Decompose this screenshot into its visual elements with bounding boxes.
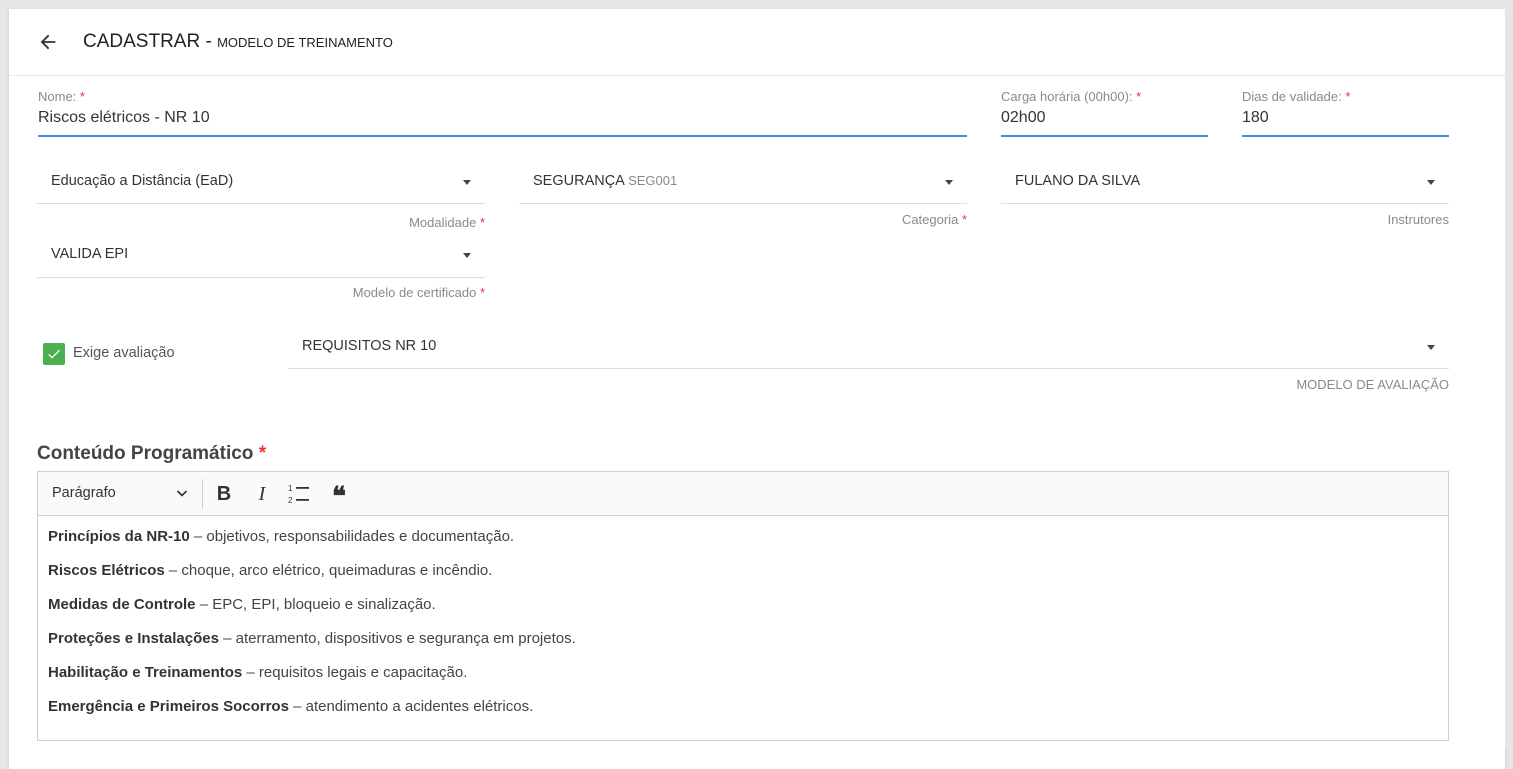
- content-paragraph: Proteções e Instalações – aterramento, d…: [48, 630, 1438, 648]
- avaliacao-underline: [288, 368, 1449, 369]
- check-icon: [48, 349, 60, 359]
- nome-label-text: Nome:: [38, 89, 77, 104]
- back-arrow-icon[interactable]: [37, 31, 59, 53]
- caret-down-icon: [1427, 180, 1435, 185]
- categoria-hint-text: Categoria: [901, 212, 959, 227]
- carga-label-text: Carga horária (00h00):: [1001, 89, 1133, 104]
- content-paragraph-heading: Riscos Elétricos: [48, 562, 165, 579]
- form-card: CADASTRAR - MODELO DE TREINAMENTO Nome: …: [9, 9, 1505, 769]
- scrollbar-track: [1505, 0, 1513, 747]
- blockquote-button[interactable]: ❝: [326, 482, 352, 511]
- required-mark: *: [79, 89, 85, 104]
- content-paragraph-heading: Emergência e Primeiros Socorros: [48, 698, 289, 715]
- italic-button[interactable]: I: [249, 482, 275, 506]
- content-paragraph-text: – choque, arco elétrico, queimaduras e i…: [164, 562, 493, 579]
- categoria-hint: Categoria *: [902, 212, 967, 227]
- modalidade-hint-text: Modalidade: [409, 215, 477, 230]
- nome-input[interactable]: [38, 107, 966, 129]
- modalidade-underline: [37, 203, 485, 204]
- page-title-main: CADASTRAR -: [83, 31, 218, 52]
- page-title-sub: MODELO DE TREINAMENTO: [217, 35, 393, 50]
- caret-down-icon: [945, 180, 953, 185]
- content-paragraph-heading: Habilitação e Treinamentos: [48, 664, 243, 681]
- carga-underline: [1001, 135, 1208, 137]
- carga-label: Carga horária (00h00): *: [1001, 89, 1141, 104]
- content-paragraph-text: – atendimento a acidentes elétricos.: [288, 698, 534, 715]
- required-mark: *: [479, 215, 485, 230]
- dias-underline: [1242, 135, 1449, 137]
- required-mark: *: [479, 285, 485, 300]
- content-paragraph: Medidas de Controle – EPC, EPI, bloqueio…: [48, 596, 1438, 614]
- instrutores-underline: [1001, 203, 1449, 204]
- bold-button[interactable]: B: [211, 482, 237, 506]
- caret-down-icon: [1427, 345, 1435, 350]
- exige-avaliacao-label[interactable]: Exige avaliação: [73, 345, 175, 361]
- dias-label: Dias de validade: *: [1242, 89, 1350, 104]
- rich-text-editor: Parágrafo B I 1 2 ❝ Princípios da NR-10 …: [37, 471, 1449, 741]
- editor-toolbar: Parágrafo B I 1 2 ❝: [38, 472, 1448, 516]
- chevron-down-icon: [176, 490, 188, 497]
- certificado-value: VALIDA EPI: [51, 246, 129, 262]
- content-paragraph-heading: Medidas de Controle: [48, 596, 196, 613]
- avaliacao-select[interactable]: REQUISITOS NR 10: [288, 332, 1449, 366]
- carga-horaria-input[interactable]: [1001, 107, 1207, 129]
- certificado-select[interactable]: VALIDA EPI: [37, 240, 485, 274]
- required-mark: *: [258, 443, 267, 464]
- nome-label: Nome: *: [38, 89, 85, 104]
- exige-avaliacao-checkbox[interactable]: [43, 343, 65, 365]
- categoria-underline: [519, 203, 967, 204]
- required-mark: *: [961, 212, 967, 227]
- content-paragraph: Riscos Elétricos – choque, arco elétrico…: [48, 562, 1438, 580]
- modalidade-select[interactable]: Educação a Distância (EaD): [37, 167, 485, 201]
- avaliacao-hint: MODELO DE AVALIAÇÃO: [1296, 377, 1449, 392]
- content-paragraph-text: – aterramento, dispositivos e segurança …: [218, 630, 576, 647]
- instrutores-hint: Instrutores: [1387, 212, 1449, 227]
- content-paragraph-text: – requisitos legais e capacitação.: [242, 664, 468, 681]
- modalidade-hint: Modalidade *: [409, 215, 485, 230]
- toolbar-separator: [202, 479, 203, 509]
- content-paragraph: Emergência e Primeiros Socorros – atendi…: [48, 698, 1438, 716]
- svg-text:2: 2: [288, 496, 293, 505]
- paragraph-format-label: Parágrafo: [52, 485, 116, 501]
- numbered-list-button[interactable]: 1 2: [286, 482, 312, 506]
- categoria-name: SEGURANÇA: [533, 173, 625, 189]
- categoria-select[interactable]: SEGURANÇA SEG001: [519, 167, 967, 201]
- certificado-hint-text: Modelo de certificado: [352, 285, 477, 300]
- instrutores-value: FULANO DA SILVA: [1015, 173, 1141, 189]
- content-paragraph-heading: Princípios da NR-10: [48, 528, 190, 545]
- required-mark: *: [1345, 89, 1351, 104]
- editor-content[interactable]: Princípios da NR-10 – objetivos, respons…: [48, 528, 1438, 732]
- numbered-list-icon: 1 2: [288, 484, 309, 505]
- content-paragraph: Habilitação e Treinamentos – requisitos …: [48, 664, 1438, 682]
- caret-down-icon: [463, 253, 471, 258]
- categoria-value: SEGURANÇA SEG001: [533, 173, 677, 189]
- page-title: CADASTRAR - MODELO DE TREINAMENTO: [83, 31, 393, 53]
- content-paragraph-heading: Proteções e Instalações: [48, 630, 219, 647]
- modalidade-value: Educação a Distância (EaD): [51, 173, 234, 189]
- content-paragraph: Princípios da NR-10 – objetivos, respons…: [48, 528, 1438, 546]
- required-mark: *: [1136, 89, 1142, 104]
- conteudo-title: Conteúdo Programático *: [37, 443, 266, 465]
- dias-validade-input[interactable]: [1242, 107, 1448, 129]
- svg-text:1: 1: [288, 484, 293, 493]
- content-paragraph-text: – EPC, EPI, bloqueio e sinalização.: [195, 596, 436, 613]
- content-paragraph-text: – objetivos, responsabilidades e documen…: [189, 528, 515, 545]
- categoria-code: SEG001: [628, 173, 678, 188]
- conteudo-title-text: Conteúdo Programático: [37, 443, 254, 464]
- instrutores-select[interactable]: FULANO DA SILVA: [1001, 167, 1449, 201]
- avaliacao-value: REQUISITOS NR 10: [302, 338, 437, 354]
- dias-label-text: Dias de validade:: [1242, 89, 1342, 104]
- certificado-hint: Modelo de certificado *: [353, 285, 485, 300]
- certificado-underline: [37, 277, 485, 278]
- page-header: CADASTRAR - MODELO DE TREINAMENTO: [9, 9, 1505, 76]
- caret-down-icon: [463, 180, 471, 185]
- nome-underline: [38, 135, 967, 137]
- paragraph-format-select[interactable]: Parágrafo: [52, 483, 192, 505]
